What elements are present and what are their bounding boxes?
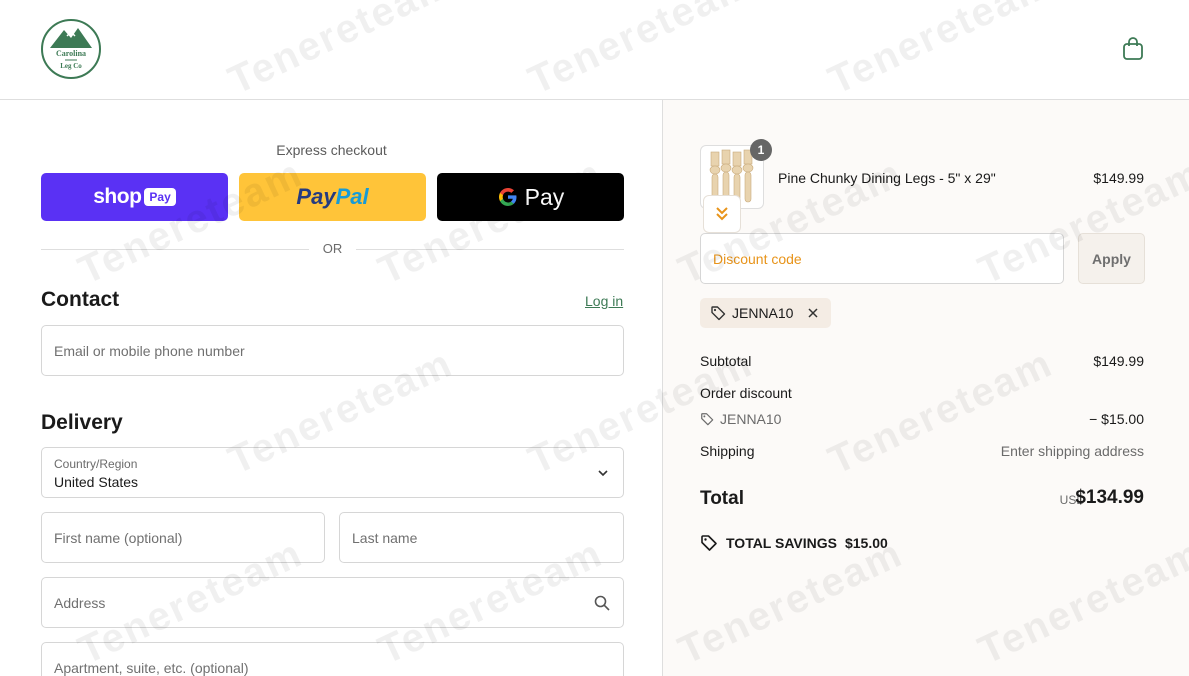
discount-code-row: JENNA10: [700, 411, 781, 427]
express-checkout-title: Express checkout: [276, 142, 387, 158]
shopping-bag-icon[interactable]: [1122, 37, 1144, 61]
subtotal-label: Subtotal: [700, 353, 752, 369]
search-icon[interactable]: [594, 595, 610, 611]
discount-code-field[interactable]: [701, 234, 1063, 283]
applied-discount-code: JENNA10: [732, 305, 794, 321]
google-g-icon: [498, 188, 517, 206]
country-select[interactable]: Country/Region United States: [41, 447, 624, 498]
shop-pay-pill: Pay: [144, 188, 176, 206]
logo-line1: Carolina: [56, 49, 86, 58]
or-divider-line-right: [356, 249, 624, 250]
address-field[interactable]: [42, 578, 623, 627]
chevron-down-icon: [598, 470, 608, 477]
delivery-title: Delivery: [41, 411, 123, 434]
subtotal-value: $149.99: [1093, 353, 1144, 369]
brand-logo[interactable]: Carolina Leg Co: [40, 18, 102, 80]
country-value: United States: [54, 474, 139, 490]
applied-discount-chip: JENNA10: [700, 298, 832, 328]
checkout-form-panel: Express checkout shop Pay PayPal Pay OR …: [0, 100, 662, 676]
email-field[interactable]: [42, 326, 623, 375]
first-name-field[interactable]: [42, 513, 324, 562]
paypal-button[interactable]: PayPal: [239, 173, 426, 221]
total-label: Total: [700, 488, 744, 509]
paypal-logo-part1: Pay: [296, 184, 336, 209]
country-label: Country/Region: [54, 457, 138, 471]
order-discount-label: Order discount: [700, 385, 792, 401]
paypal-logo-part2: Pal: [335, 184, 369, 209]
total-savings: TOTAL SAVINGS $15.00: [700, 534, 888, 552]
shop-pay-button[interactable]: shop Pay: [41, 173, 228, 221]
contact-title: Contact: [41, 288, 120, 311]
last-name-field[interactable]: [340, 513, 623, 562]
google-pay-word: Pay: [524, 183, 565, 210]
header: Carolina Leg Co: [0, 0, 1189, 100]
discount-code-text: JENNA10: [720, 411, 782, 427]
login-link[interactable]: Log in: [585, 293, 623, 309]
product-price: $149.99: [1093, 170, 1144, 186]
savings-label: TOTAL SAVINGS: [726, 535, 837, 551]
or-divider: OR: [41, 240, 624, 258]
tag-icon: [711, 306, 726, 321]
tag-icon: [701, 413, 714, 426]
savings-tag-icon: [701, 535, 717, 551]
apartment-field[interactable]: [42, 643, 623, 676]
quantity-badge: 1: [750, 139, 772, 161]
paypal-logo: PayPal: [296, 184, 368, 210]
address-wrapper: [41, 577, 624, 628]
savings-value: $15.00: [844, 535, 888, 551]
discount-value: − $15.00: [1089, 411, 1144, 427]
total-value: $134.99: [1075, 487, 1144, 508]
shipping-label: Shipping: [700, 443, 755, 459]
expand-button[interactable]: [703, 195, 741, 233]
apply-button[interactable]: Apply: [1078, 233, 1145, 284]
google-pay-button[interactable]: Pay: [437, 173, 624, 221]
close-icon[interactable]: [807, 307, 819, 319]
first-name-wrapper: [41, 512, 325, 563]
order-summary-panel: 1 Pine Chunky Dining Legs - 5" x 29" $14…: [662, 100, 1189, 676]
email-field-wrapper: [41, 325, 624, 376]
shop-pay-word: shop: [93, 185, 142, 208]
logo-line2: Leg Co: [60, 62, 82, 70]
apartment-wrapper: [41, 642, 624, 676]
double-chevron-down-icon: [716, 207, 728, 221]
last-name-wrapper: [339, 512, 624, 563]
product-name: Pine Chunky Dining Legs - 5" x 29": [778, 170, 996, 186]
discount-field-wrapper: [700, 233, 1064, 284]
shipping-value: Enter shipping address: [1000, 443, 1144, 459]
